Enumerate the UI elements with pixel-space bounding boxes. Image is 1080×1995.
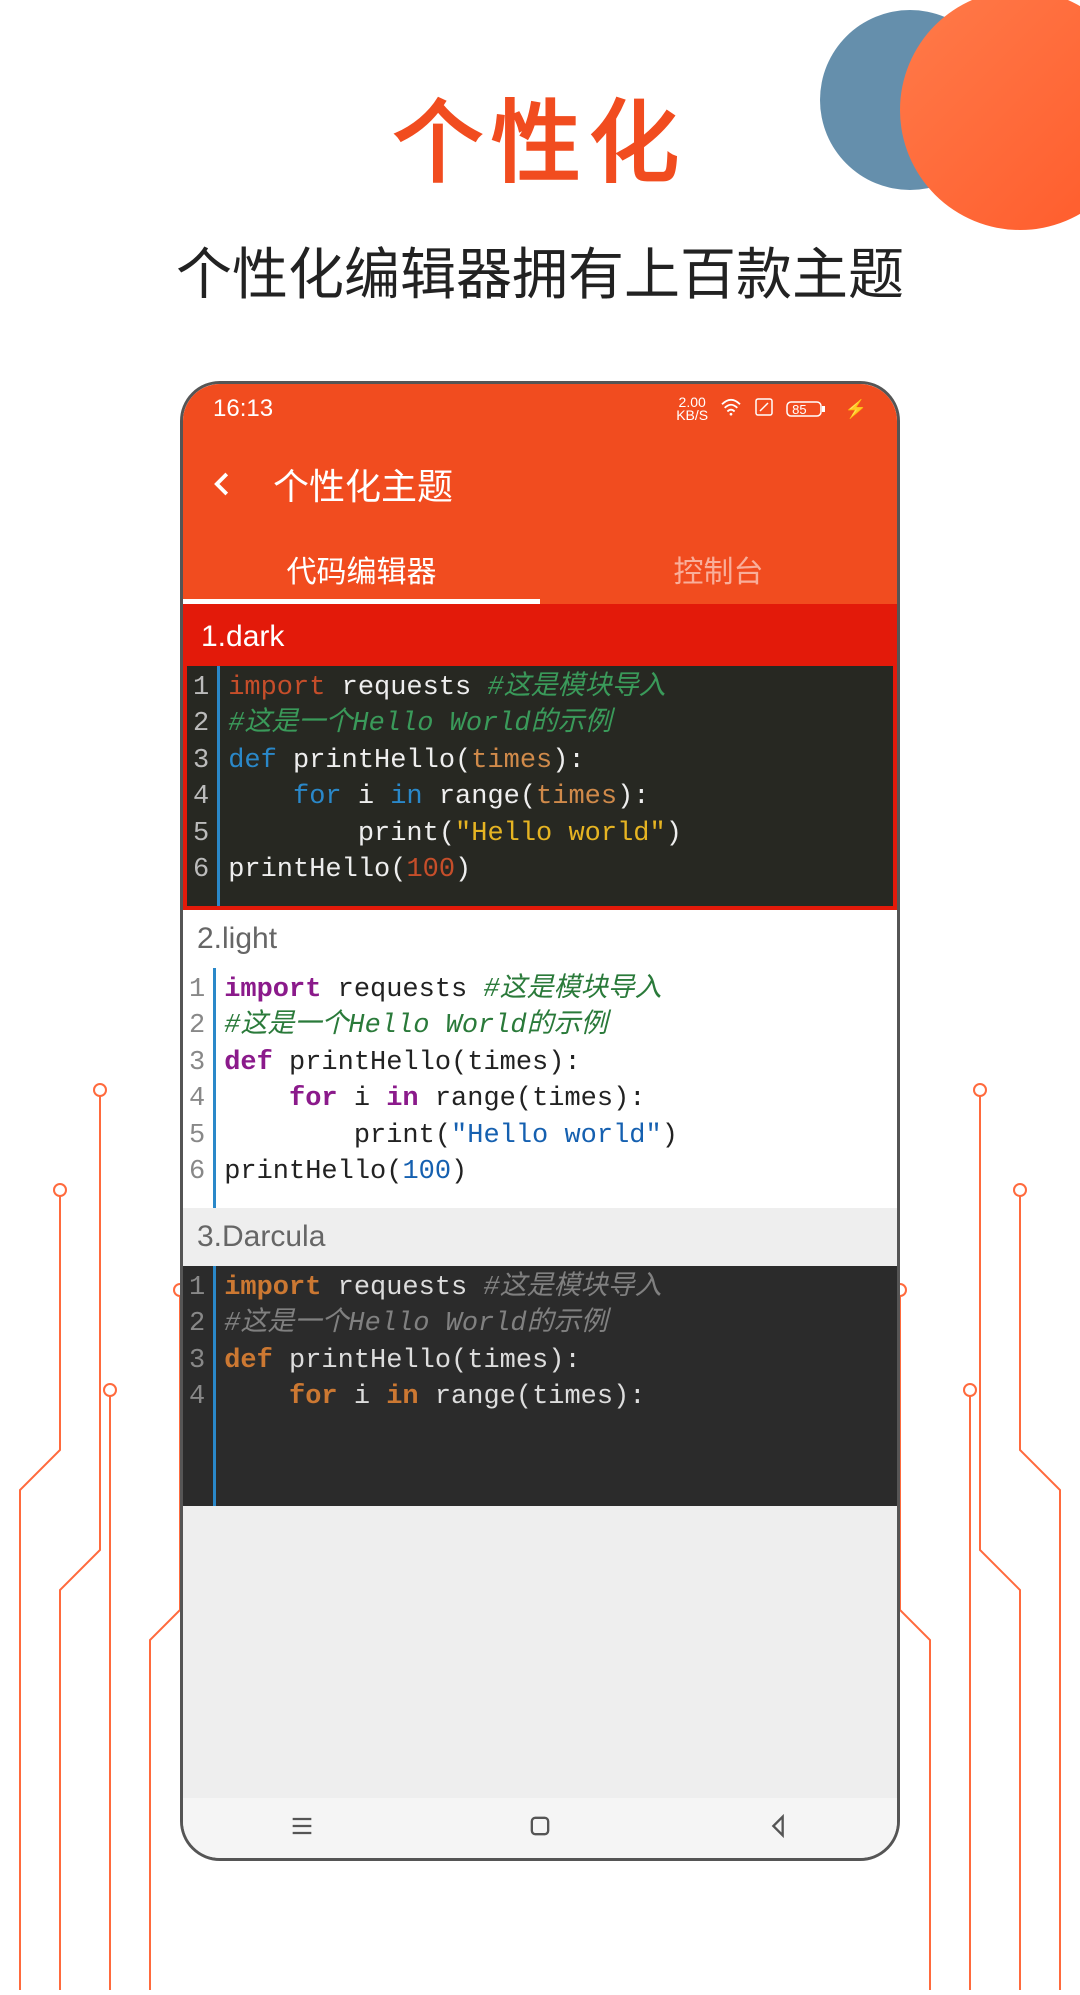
code-preview-light: 123456 import requests #这是模块导入#这是一个Hello… bbox=[183, 968, 897, 1208]
line-gutter: 123456 bbox=[187, 666, 220, 906]
tabs: 代码编辑器 控制台 bbox=[183, 534, 897, 604]
line-gutter: 1234 bbox=[183, 1266, 216, 1506]
wifi-icon bbox=[720, 398, 742, 421]
line-gutter: 123456 bbox=[183, 968, 216, 1208]
theme-label: 3.Darcula bbox=[183, 1208, 897, 1266]
status-time: 16:13 bbox=[213, 395, 273, 423]
android-nav-bar bbox=[183, 1798, 897, 1858]
app-header: 个性化主题 bbox=[183, 434, 897, 534]
theme-label: 2.light bbox=[183, 910, 897, 968]
code-preview-darcula: 1234 import requests #这是模块导入#这是一个Hello W… bbox=[183, 1266, 897, 1506]
phone-mockup: 16:13 2.00 KB/S 85 ⚡ 个性化主题 代码编辑器 bbox=[180, 381, 900, 1861]
theme-label: 1.dark bbox=[187, 608, 893, 666]
code-preview-dark: 123456 import requests #这是模块导入#这是一个Hello… bbox=[187, 666, 893, 906]
theme-option-dark[interactable]: 1.dark 123456 import requests #这是模块导入#这是… bbox=[183, 604, 897, 910]
theme-option-light[interactable]: 2.light 123456 import requests #这是模块导入#这… bbox=[183, 910, 897, 1208]
theme-option-darcula[interactable]: 3.Darcula 1234 import requests #这是模块导入#这… bbox=[183, 1208, 897, 1506]
tab-console[interactable]: 控制台 bbox=[540, 534, 897, 604]
back-button[interactable] bbox=[203, 464, 243, 504]
nav-back-icon[interactable] bbox=[764, 1812, 792, 1845]
status-bar: 16:13 2.00 KB/S 85 ⚡ bbox=[183, 384, 897, 434]
do-not-disturb-icon bbox=[754, 397, 774, 422]
nav-recent-icon[interactable] bbox=[288, 1812, 316, 1845]
code-lines: import requests #这是模块导入#这是一个Hello World的… bbox=[216, 968, 897, 1208]
status-net-speed: 2.00 KB/S bbox=[676, 396, 708, 421]
nav-home-icon[interactable] bbox=[526, 1812, 554, 1845]
header-title: 个性化主题 bbox=[273, 458, 453, 510]
code-lines: import requests #这是模块导入#这是一个Hello World的… bbox=[216, 1266, 897, 1506]
code-lines: import requests #这是模块导入#这是一个Hello World的… bbox=[220, 666, 893, 906]
battery-icon: 85 ⚡ bbox=[786, 399, 867, 420]
page-subtitle: 个性化编辑器拥有上百款主题 bbox=[0, 230, 1080, 311]
themes-list[interactable]: 1.dark 123456 import requests #这是模块导入#这是… bbox=[183, 604, 897, 1798]
tab-code-editor[interactable]: 代码编辑器 bbox=[183, 534, 540, 604]
page-title: 个性化 bbox=[0, 70, 1080, 200]
